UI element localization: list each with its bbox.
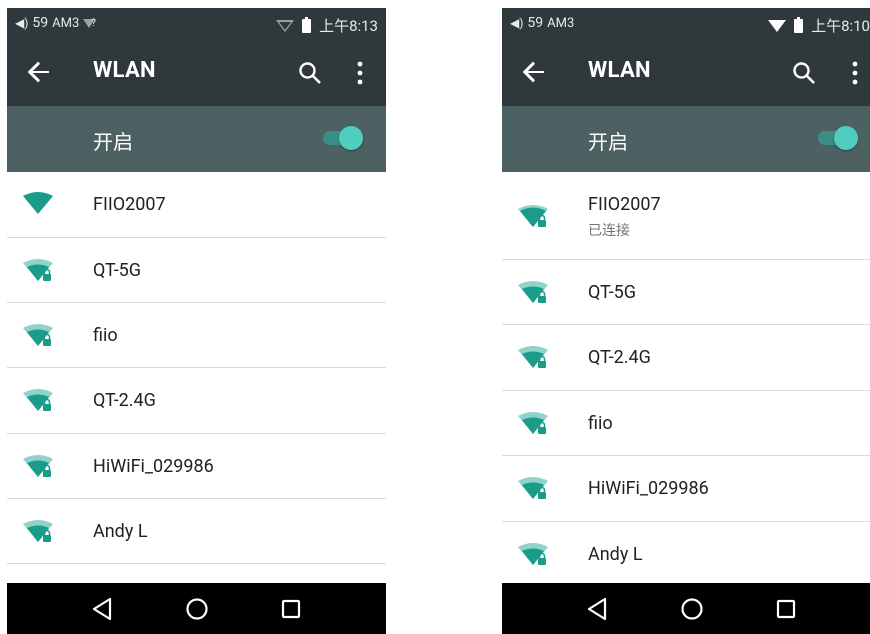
battery-icon bbox=[794, 16, 804, 33]
network-row[interactable]: fiio bbox=[502, 391, 870, 456]
network-label: AM3 bbox=[547, 15, 575, 31]
network-row[interactable]: QT-2.4G bbox=[7, 368, 386, 434]
wifi-connected-icon bbox=[768, 19, 787, 32]
volume-level: 59 bbox=[32, 15, 49, 31]
network-ssid: QT-2.4G bbox=[93, 390, 156, 411]
page-title: WLAN bbox=[588, 58, 651, 83]
wifi-signal-locked-icon bbox=[518, 281, 548, 303]
volume-icon: ◀) bbox=[510, 16, 524, 30]
wlan-toggle[interactable] bbox=[323, 126, 363, 150]
wifi-unknown-mark: ? bbox=[91, 17, 97, 29]
battery-icon bbox=[302, 16, 312, 33]
toggle-thumb bbox=[834, 126, 858, 150]
wifi-signal-locked-icon bbox=[518, 412, 548, 434]
network-row-connected[interactable]: FIIO2007 已连接 bbox=[502, 172, 870, 260]
network-row[interactable]: Andy L bbox=[502, 522, 870, 587]
network-ssid: Andy L bbox=[588, 544, 643, 565]
wifi-signal-full-icon bbox=[23, 192, 53, 214]
app-bar: WLAN bbox=[502, 40, 870, 106]
search-icon[interactable] bbox=[791, 60, 817, 86]
wifi-signal-locked-icon bbox=[518, 477, 548, 499]
wifi-signal-locked-icon bbox=[23, 455, 53, 477]
page-title: WLAN bbox=[93, 58, 156, 83]
phone-screen-right: ◀) 59 AM3 上午8:10 WLAN 开启 FIIO2007 已连接 QT… bbox=[502, 8, 870, 634]
wifi-signal-locked-icon bbox=[518, 543, 548, 565]
back-arrow-icon[interactable] bbox=[520, 58, 548, 86]
wifi-signal-locked-icon bbox=[23, 520, 53, 542]
recents-square-icon[interactable] bbox=[277, 595, 305, 623]
nav-bar bbox=[502, 583, 870, 634]
wlan-switch-bar: 开启 bbox=[502, 106, 870, 172]
home-circle-icon[interactable] bbox=[183, 595, 211, 623]
network-ssid: fiio bbox=[588, 413, 613, 434]
search-icon[interactable] bbox=[297, 60, 323, 86]
network-status: 已连接 bbox=[588, 223, 630, 239]
network-list: FIIO2007 QT-5G fiio QT-2.4G HiWiFi_02998… bbox=[7, 172, 386, 564]
wifi-empty-icon bbox=[276, 19, 295, 32]
back-triangle-icon[interactable] bbox=[584, 595, 612, 623]
network-row[interactable]: HiWiFi_029986 bbox=[502, 456, 870, 522]
network-label: AM3 bbox=[52, 15, 80, 31]
wifi-signal-locked-icon bbox=[23, 389, 53, 411]
network-row[interactable]: Andy L bbox=[7, 499, 386, 564]
nav-bar bbox=[7, 583, 386, 634]
network-row[interactable]: QT-2.4G bbox=[502, 325, 870, 391]
network-ssid: FIIO2007 bbox=[93, 194, 166, 215]
overflow-menu-icon[interactable] bbox=[355, 60, 365, 86]
network-row[interactable]: QT-5G bbox=[7, 238, 386, 303]
wifi-signal-locked-icon bbox=[518, 205, 548, 227]
volume-level: 59 bbox=[527, 15, 544, 31]
home-circle-icon[interactable] bbox=[678, 595, 706, 623]
status-bar: ◀) 59 AM3 上午8:10 bbox=[502, 8, 870, 40]
wifi-signal-locked-icon bbox=[23, 324, 53, 346]
network-ssid: fiio bbox=[93, 325, 118, 346]
network-row[interactable]: HiWiFi_029986 bbox=[7, 434, 386, 499]
network-ssid: FIIO2007 bbox=[588, 194, 661, 215]
recents-square-icon[interactable] bbox=[772, 595, 800, 623]
wifi-signal-locked-icon bbox=[23, 259, 53, 281]
network-list: FIIO2007 已连接 QT-5G QT-2.4G fiio HiWiFi_0… bbox=[502, 172, 870, 587]
network-ssid: Andy L bbox=[93, 521, 148, 542]
overflow-menu-icon[interactable] bbox=[850, 60, 860, 86]
status-bar: ◀) 59 AM3 ? 上午8:13 bbox=[7, 8, 386, 40]
wifi-unknown-icon: ? bbox=[83, 18, 96, 29]
back-arrow-icon[interactable] bbox=[25, 58, 53, 86]
network-ssid: HiWiFi_029986 bbox=[588, 478, 709, 499]
network-ssid: HiWiFi_029986 bbox=[93, 456, 214, 477]
clock: 上午8:10 bbox=[811, 17, 870, 35]
network-ssid: QT-2.4G bbox=[588, 347, 651, 368]
clock: 上午8:13 bbox=[319, 17, 378, 35]
network-ssid: QT-5G bbox=[93, 260, 142, 281]
wlan-switch-label: 开启 bbox=[588, 130, 628, 154]
wlan-switch-bar: 开启 bbox=[7, 106, 386, 172]
toggle-thumb bbox=[339, 126, 363, 150]
network-ssid: QT-5G bbox=[588, 282, 637, 303]
wlan-switch-label: 开启 bbox=[93, 130, 133, 154]
wlan-toggle[interactable] bbox=[818, 126, 858, 150]
network-row[interactable]: fiio bbox=[7, 303, 386, 368]
wifi-signal-locked-icon bbox=[518, 346, 548, 368]
app-bar: WLAN bbox=[7, 40, 386, 106]
network-row[interactable]: QT-5G bbox=[502, 260, 870, 325]
back-triangle-icon[interactable] bbox=[89, 595, 117, 623]
volume-icon: ◀) bbox=[15, 16, 29, 30]
phone-screen-left: ◀) 59 AM3 ? 上午8:13 WLAN 开启 FIIO2007 QT-5… bbox=[7, 8, 386, 634]
network-row[interactable]: FIIO2007 bbox=[7, 172, 386, 238]
